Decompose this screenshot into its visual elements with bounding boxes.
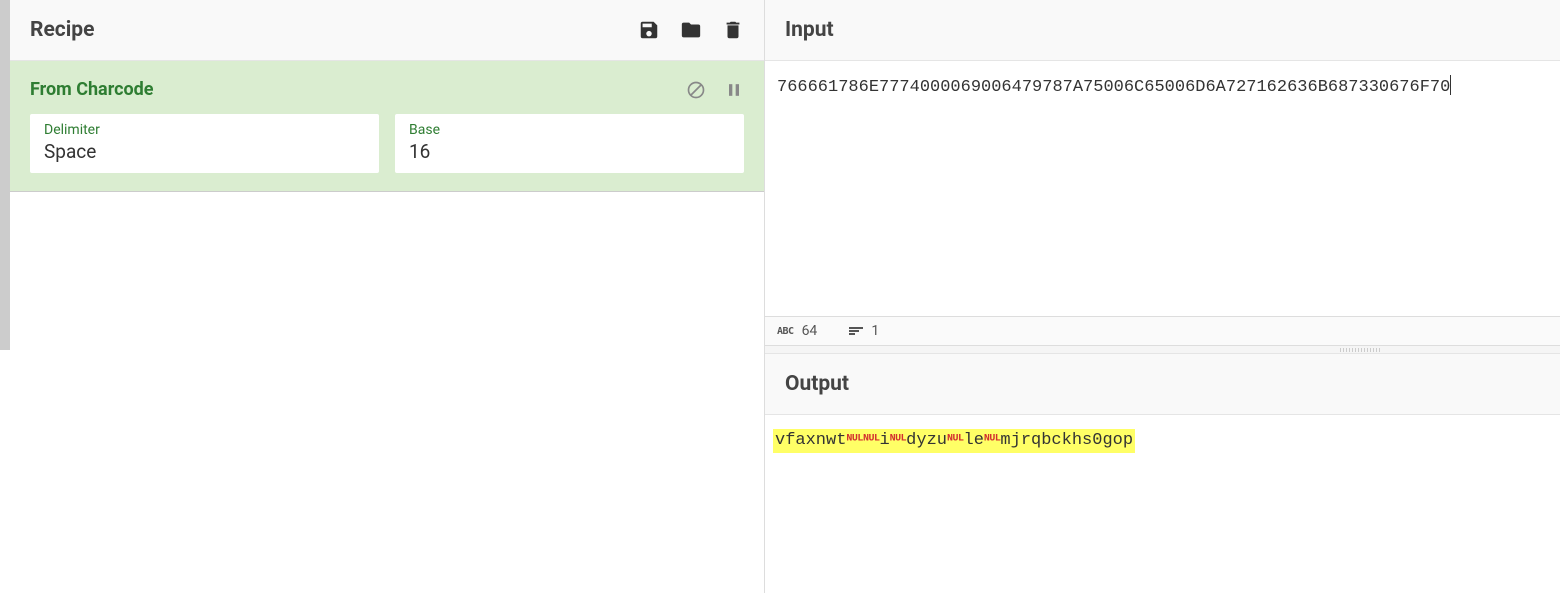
input-status-bar: ABC 64 1 [765, 317, 1560, 346]
operation-title: From Charcode [30, 79, 154, 100]
nul-byte: NUL [890, 434, 907, 445]
operation-fields: Delimiter Space Base 16 [30, 114, 744, 173]
input-section: Input 766661786E7774000069006479787A7500… [765, 0, 1560, 346]
io-panel: Input 766661786E7774000069006479787A7500… [765, 0, 1560, 593]
operation-icons [686, 80, 744, 100]
delimiter-value: Space [44, 140, 365, 163]
nul-byte: NUL [947, 434, 964, 445]
operation-head: From Charcode [30, 79, 744, 100]
output-text: i [879, 431, 889, 450]
recipe-title: Recipe [30, 18, 94, 42]
recipe-header-icons [638, 19, 744, 41]
save-icon[interactable] [638, 19, 660, 41]
operation-from-charcode[interactable]: From Charcode Delimiter Space Base 16 [10, 61, 764, 192]
recipe-panel: Recipe From Charcode [10, 0, 765, 593]
input-header: Input [765, 0, 1560, 61]
nul-byte: NUL [846, 434, 863, 445]
char-count-icon: ABC [777, 326, 794, 337]
line-count: 1 [871, 323, 879, 339]
line-count-icon [849, 327, 863, 335]
output-text: mjrqbckhs0gop [1000, 431, 1133, 450]
nul-byte: NUL [984, 434, 1001, 445]
text-cursor [1450, 75, 1451, 95]
base-field[interactable]: Base 16 [395, 114, 744, 173]
pane-drag-handle[interactable] [765, 346, 1560, 354]
output-text: le [964, 431, 984, 450]
base-label: Base [409, 122, 730, 138]
left-strip [0, 0, 10, 350]
disable-icon[interactable] [686, 80, 706, 100]
input-text: 766661786E7774000069006479787A75006C6500… [777, 75, 1450, 302]
delimiter-label: Delimiter [44, 122, 365, 138]
recipe-header: Recipe [10, 0, 764, 61]
pause-icon[interactable] [724, 80, 744, 100]
nul-byte: NUL [863, 434, 880, 445]
trash-icon[interactable] [722, 19, 744, 41]
output-header: Output [765, 354, 1560, 415]
delimiter-field[interactable]: Delimiter Space [30, 114, 379, 173]
output-title: Output [785, 372, 1540, 396]
output-content: vfaxnwtNULNULiNULdyzuNULleNULmjrqbckhs0g… [773, 429, 1135, 453]
char-count: 64 [802, 323, 818, 339]
output-area: vfaxnwtNULNULiNULdyzuNULleNULmjrqbckhs0g… [765, 415, 1560, 467]
output-text: vfaxnwt [775, 431, 846, 450]
base-value: 16 [409, 140, 730, 163]
input-textarea[interactable]: 766661786E7774000069006479787A75006C6500… [765, 61, 1560, 317]
folder-icon[interactable] [680, 19, 702, 41]
output-text: dyzu [906, 431, 947, 450]
input-title: Input [785, 18, 1540, 42]
